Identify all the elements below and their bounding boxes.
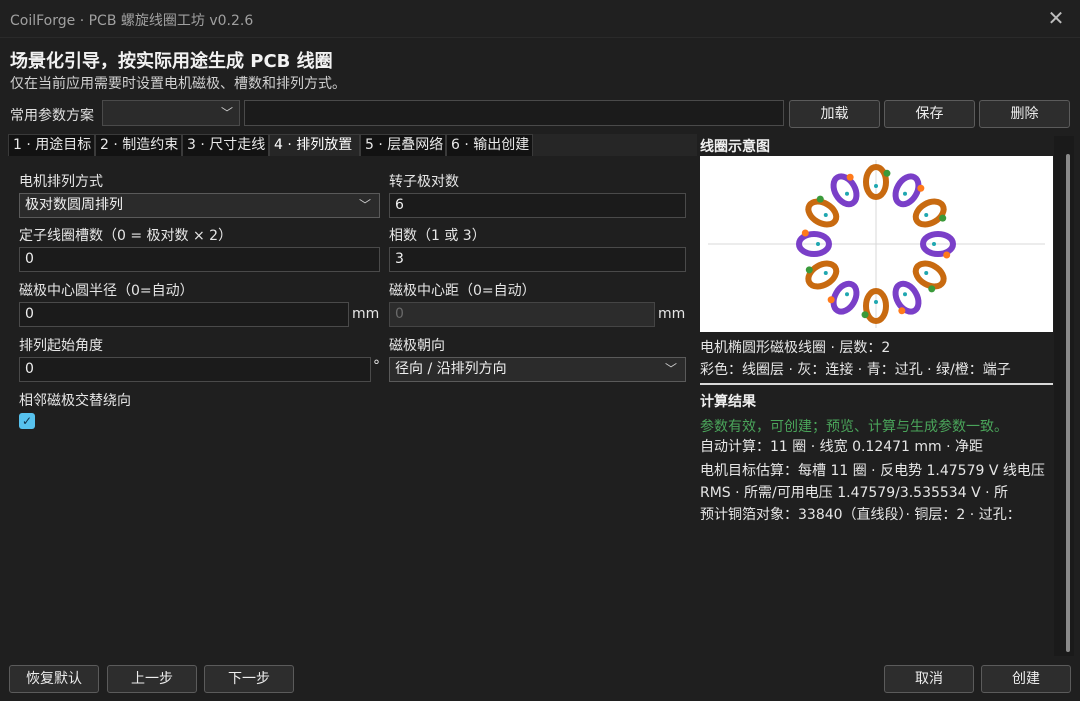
- phases-label: 相数（1 或 3）: [389, 228, 486, 244]
- coil-via: [903, 292, 907, 297]
- radius-input[interactable]: 0: [19, 302, 349, 327]
- cancel-button[interactable]: 取消: [884, 665, 974, 693]
- start-angle-input[interactable]: 0: [19, 357, 371, 382]
- tab-stackup[interactable]: 5 · 层叠网络: [360, 134, 446, 157]
- orientation-label: 磁极朝向: [389, 338, 445, 354]
- preset-select[interactable]: ﹀: [102, 100, 240, 126]
- coil-ellipse: [830, 173, 860, 208]
- coil-terminal: [846, 173, 854, 181]
- tab-strip: [533, 134, 697, 157]
- coil-via: [823, 271, 828, 275]
- chevron-down-icon: ﹀: [664, 362, 677, 376]
- chevron-down-icon: ﹀: [220, 106, 233, 120]
- coil-via: [845, 191, 849, 196]
- orientation-select[interactable]: 径向 / 沿排列方向 ﹀: [389, 357, 686, 382]
- divider: [700, 383, 1053, 385]
- arrangement-value: 极对数圆周排列: [25, 197, 123, 213]
- tab-manufacturing[interactable]: 2 · 制造约束: [95, 134, 182, 157]
- preset-label: 常用参数方案: [10, 108, 94, 124]
- coil-via: [823, 213, 828, 217]
- results-title: 计算结果: [700, 394, 756, 410]
- start-angle-unit: °: [373, 358, 380, 374]
- coil-terminal: [805, 266, 813, 274]
- coil-terminal: [898, 307, 906, 315]
- slots-label: 定子线圈槽数（0 = 极对数 × 2）: [19, 228, 233, 244]
- coil-via: [845, 292, 849, 297]
- coil-preview-canvas: [708, 160, 1045, 328]
- radius-unit: mm: [352, 306, 380, 322]
- pitch-unit: mm: [658, 306, 686, 322]
- coil-terminal: [917, 184, 925, 192]
- results-line-2: 电机目标估算：每槽 11 圈 · 反电势 1.47579 V 线电压 RMS ·…: [700, 463, 1045, 501]
- coil-via: [924, 271, 929, 275]
- coil-via: [874, 184, 878, 188]
- preview-info-1: 电机椭圆形磁极线圈 · 层数：2: [700, 340, 891, 356]
- preview-title: 线圈示意图: [700, 139, 770, 155]
- coil-ellipse: [805, 260, 840, 290]
- delete-button[interactable]: 删除: [979, 100, 1070, 128]
- coil-via: [903, 191, 907, 196]
- scrollbar[interactable]: [1054, 136, 1074, 656]
- coil-via: [874, 300, 878, 304]
- coil-terminal: [861, 311, 869, 319]
- coil-via: [932, 242, 936, 246]
- close-icon[interactable]: ✕: [1046, 6, 1066, 30]
- start-angle-label: 排列起始角度: [19, 338, 103, 354]
- coil-ellipse: [912, 198, 947, 228]
- next-button[interactable]: 下一步: [204, 665, 294, 693]
- preset-name-input[interactable]: [244, 100, 784, 126]
- coil-terminal: [928, 285, 936, 293]
- tab-arrangement[interactable]: 4 · 排列放置: [269, 134, 360, 158]
- alternate-checkbox[interactable]: ✓: [19, 413, 35, 429]
- coil-via: [924, 213, 929, 217]
- pitch-label: 磁极中心距（0=自动）: [389, 283, 536, 299]
- slots-input[interactable]: 0: [19, 247, 380, 272]
- coil-ellipse: [892, 280, 922, 315]
- results-status: 参数有效，可创建；预览、计算与生成参数一致。: [700, 419, 1008, 435]
- rotor-pairs-input[interactable]: 6: [389, 193, 686, 218]
- orientation-value: 径向 / 沿排列方向: [395, 361, 507, 377]
- tab-purpose[interactable]: 1 · 用途目标: [8, 134, 95, 157]
- coil-terminal: [827, 296, 835, 304]
- coil-preview: [700, 156, 1053, 332]
- coil-terminal: [943, 251, 951, 259]
- page-subtitle: 仅在当前应用需要时设置电机磁极、槽数和排列方式。: [10, 76, 346, 92]
- rotor-pairs-label: 转子极对数: [389, 174, 459, 190]
- save-button[interactable]: 保存: [884, 100, 975, 128]
- load-button[interactable]: 加载: [789, 100, 880, 128]
- page-title: 场景化引导，按实际用途生成 PCB 线圈: [10, 51, 333, 72]
- title-bar: CoilForge · PCB 螺旋线圈工坊 v0.2.6 ✕: [0, 0, 1080, 38]
- arrangement-select[interactable]: 极对数圆周排列 ﹀: [19, 193, 380, 218]
- coil-terminal: [883, 169, 891, 177]
- create-button[interactable]: 创建: [981, 665, 1071, 693]
- alternate-label: 相邻磁极交替绕向: [19, 393, 131, 409]
- coil-terminal: [939, 214, 947, 222]
- tab-dimensions[interactable]: 3 · 尺寸走线: [182, 134, 269, 157]
- prev-button[interactable]: 上一步: [107, 665, 197, 693]
- chevron-down-icon: ﹀: [358, 198, 371, 212]
- coil-terminal: [801, 229, 809, 237]
- pitch-input: 0: [389, 302, 655, 327]
- tab-output[interactable]: 6 · 输出创建: [446, 134, 533, 157]
- arrangement-label: 电机排列方式: [19, 174, 103, 190]
- window-title: CoilForge · PCB 螺旋线圈工坊 v0.2.6: [10, 13, 254, 29]
- radius-label: 磁极中心圆半径（0=自动）: [19, 283, 194, 299]
- preview-info-2: 彩色：线圈层 · 灰：连接 · 青：过孔 · 绿/橙：端子: [700, 362, 1011, 378]
- results-line-3: 预计铜箔对象：33840（直线段）· 铜层：2 · 过孔：: [700, 507, 1021, 523]
- phases-input[interactable]: 3: [389, 247, 686, 272]
- results-line-1: 自动计算：11 圈 · 线宽 0.12471 mm · 净距: [700, 439, 984, 455]
- coil-terminal: [816, 195, 824, 203]
- reset-button[interactable]: 恢复默认: [9, 665, 99, 693]
- coil-via: [816, 242, 820, 246]
- scrollbar-thumb[interactable]: [1066, 154, 1070, 652]
